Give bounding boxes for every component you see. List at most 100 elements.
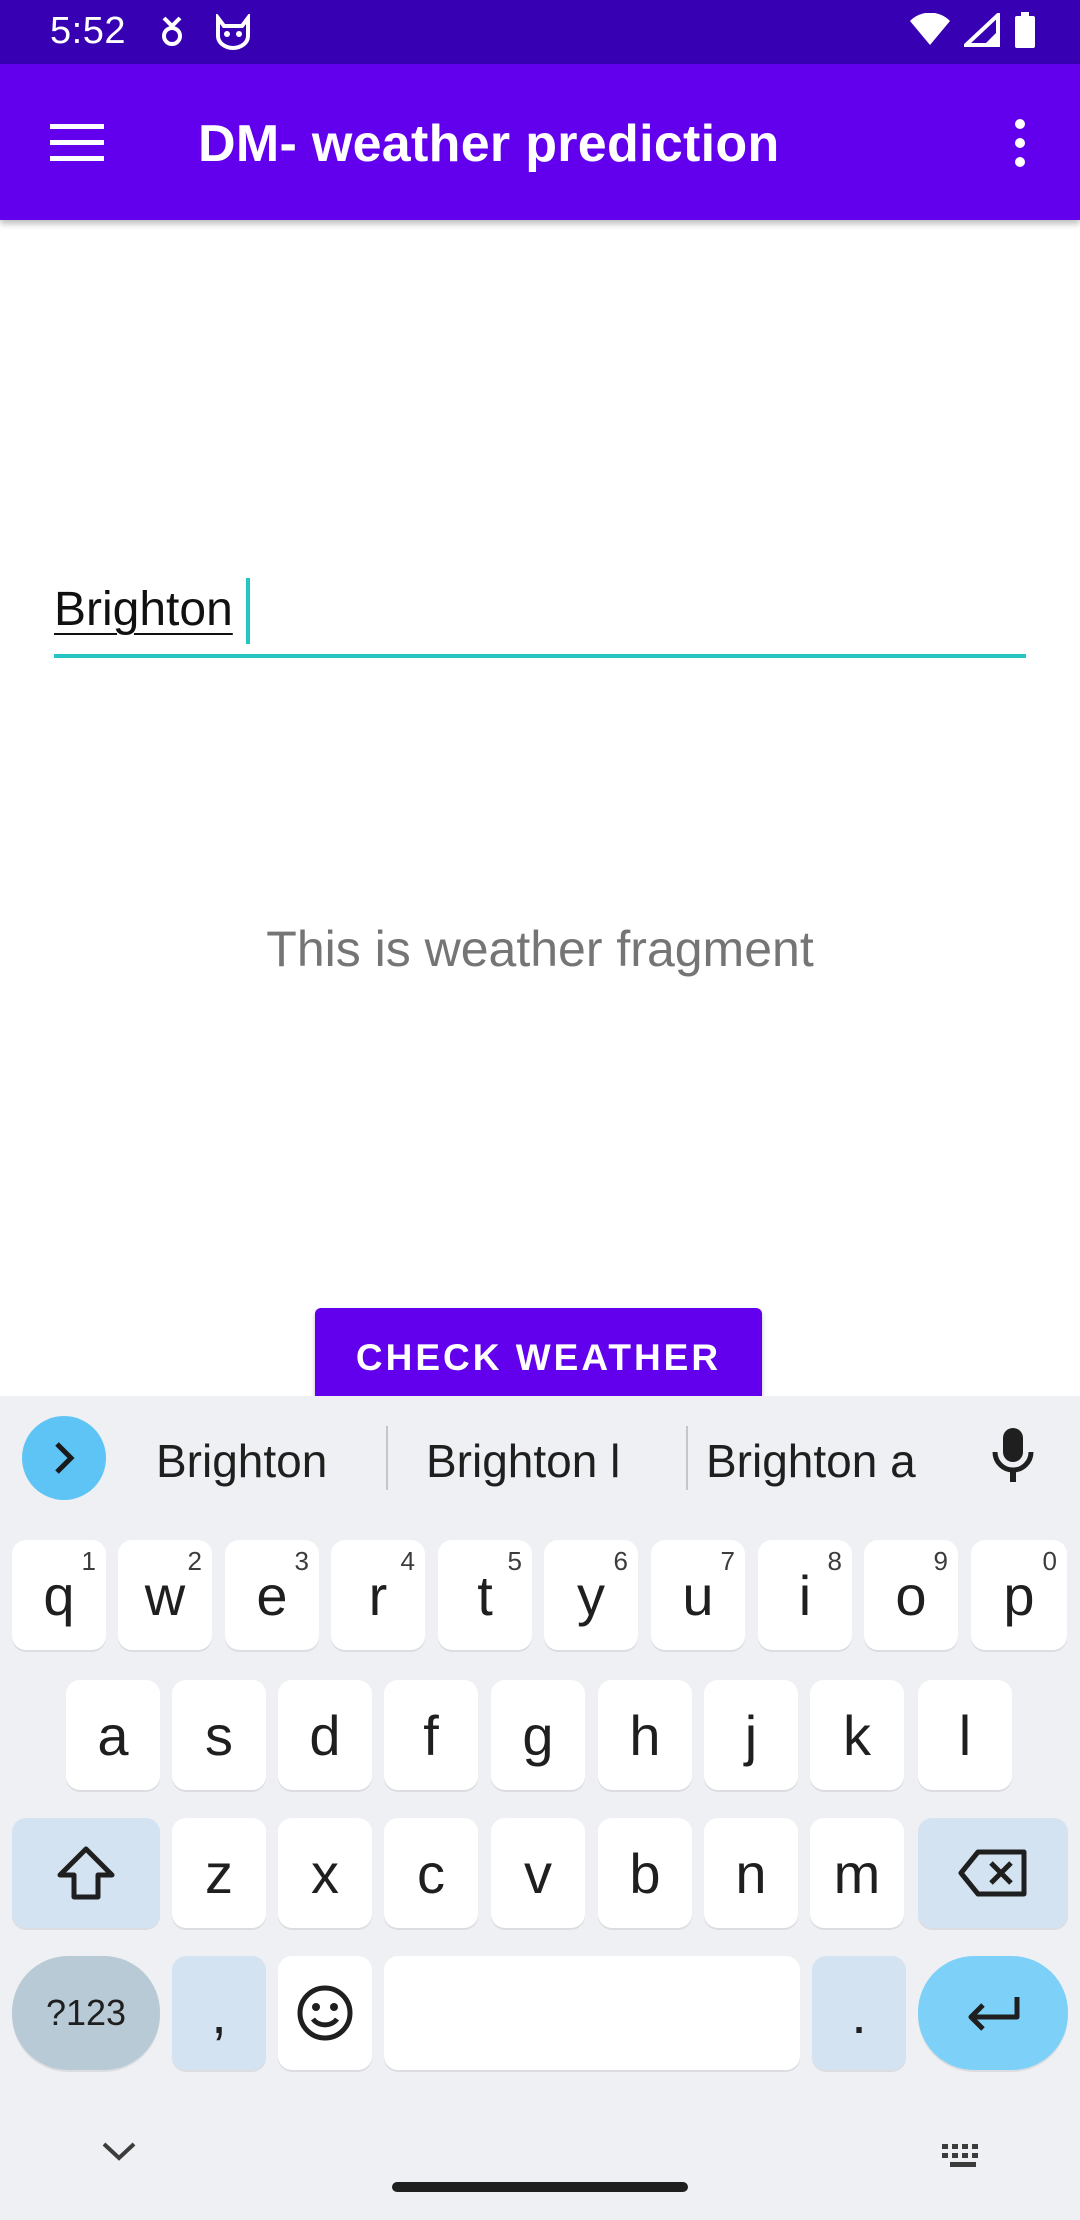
suggestion-divider [686,1426,688,1490]
microphone-icon[interactable] [990,1426,1036,1491]
key-hint: 4 [400,1546,415,1576]
enter-arrow-icon [968,1997,1020,2031]
key-w[interactable]: w2 [118,1540,212,1650]
suggestion-bar: Brighton Brighton l Brighton a [0,1396,1080,1520]
emoji-key[interactable] [278,1956,372,2070]
key-c[interactable]: c [384,1818,478,1928]
key-d[interactable]: d [278,1680,372,1790]
key-label: h [629,1703,661,1767]
key-o[interactable]: o9 [864,1540,958,1650]
key-label: m [833,1841,881,1905]
key-b[interactable]: b [598,1818,692,1928]
space-key[interactable] [384,1956,800,2070]
key-label: . [851,1981,867,2045]
key-v[interactable]: v [491,1818,585,1928]
key-k[interactable]: k [810,1680,904,1790]
city-input-value: Brighton [54,583,233,636]
status-bar: 5:52 [0,0,1080,64]
battery-icon [1014,12,1036,53]
key-z[interactable]: z [172,1818,266,1928]
key-f[interactable]: f [384,1680,478,1790]
key-label: x [311,1841,339,1905]
key-l[interactable]: l [918,1680,1012,1790]
key-g[interactable]: g [491,1680,585,1790]
key-label: g [522,1703,554,1767]
city-input[interactable]: Brighton [54,570,1026,658]
fragment-text: This is weather fragment [266,921,814,977]
key-a[interactable]: a [66,1680,160,1790]
key-label: w [144,1563,186,1627]
key-label: n [735,1841,767,1905]
key-i[interactable]: i8 [758,1540,852,1650]
key-u[interactable]: u7 [651,1540,745,1650]
key-hint: 9 [933,1546,948,1576]
key-hint: 8 [827,1546,842,1576]
key-j[interactable]: j [704,1680,798,1790]
key-label: a [97,1703,129,1767]
suggestion-2[interactable]: Brighton l [426,1434,620,1488]
key-e[interactable]: e3 [225,1540,319,1650]
key-label: p [1003,1563,1035,1627]
shift-icon [57,1846,115,1900]
key-label: e [256,1563,288,1627]
key-label: z [205,1841,233,1905]
key-label: l [958,1703,972,1767]
key-hint: 1 [81,1546,96,1576]
key-label: y [577,1563,605,1627]
key-r[interactable]: r4 [331,1540,425,1650]
key-hint: 0 [1042,1546,1057,1576]
suggestion-3[interactable]: Brighton a [706,1434,916,1488]
hamburger-menu-icon[interactable] [50,122,104,162]
key-label: i [798,1563,812,1627]
key-label: c [417,1841,445,1905]
check-weather-button[interactable]: CHECK WEATHER [315,1308,762,1408]
expand-toolbar-button[interactable] [22,1416,106,1500]
key-hint: 3 [294,1546,309,1576]
key-label: , [211,1981,227,2045]
key-q[interactable]: q1 [12,1540,106,1650]
key-label: b [629,1841,661,1905]
chevron-down-icon[interactable] [100,2140,138,2169]
emoji-icon [297,1985,353,2041]
key-y[interactable]: y6 [544,1540,638,1650]
backspace-key[interactable] [918,1818,1068,1928]
more-vert-icon[interactable] [1000,118,1040,168]
key-t[interactable]: t5 [438,1540,532,1650]
key-x[interactable]: x [278,1818,372,1928]
shift-key[interactable] [12,1818,160,1928]
wifi-icon [910,12,950,52]
period-key[interactable]: . [812,1956,906,2070]
key-label: v [524,1841,552,1905]
keyboard-switch-icon[interactable] [940,2142,986,2175]
app-bar: DM- weather prediction [0,64,1080,220]
key-p[interactable]: p0 [971,1540,1067,1650]
key-m[interactable]: m [810,1818,904,1928]
key-label: k [843,1703,871,1767]
key-hint: 5 [507,1546,522,1576]
text-cursor [246,578,250,644]
comma-key[interactable]: , [172,1956,266,2070]
key-label: j [744,1703,758,1767]
signal-icon [960,10,1000,52]
symbols-key[interactable]: ?123 [12,1956,160,2070]
key-label: r [368,1563,388,1627]
key-label: s [205,1703,233,1767]
app-title: DM- weather prediction [198,115,780,173]
key-label: ?123 [45,1992,127,2033]
key-label: o [895,1563,927,1627]
key-label: q [43,1563,75,1627]
suggestion-1[interactable]: Brighton [156,1434,327,1488]
chevron-right-icon [55,1442,75,1474]
backspace-icon [958,1849,1027,1897]
data-saver-icon [158,14,186,53]
key-label: t [477,1563,493,1627]
soft-keyboard: Brighton Brighton l Brighton a q1 w2 e3 … [0,1396,1080,2220]
key-n[interactable]: n [704,1818,798,1928]
key-label: u [682,1563,714,1627]
key-hint: 2 [187,1546,202,1576]
key-s[interactable]: s [172,1680,266,1790]
key-label: f [423,1703,439,1767]
enter-key[interactable] [918,1956,1068,2070]
home-gesture-handle[interactable] [392,2182,688,2192]
key-h[interactable]: h [598,1680,692,1790]
